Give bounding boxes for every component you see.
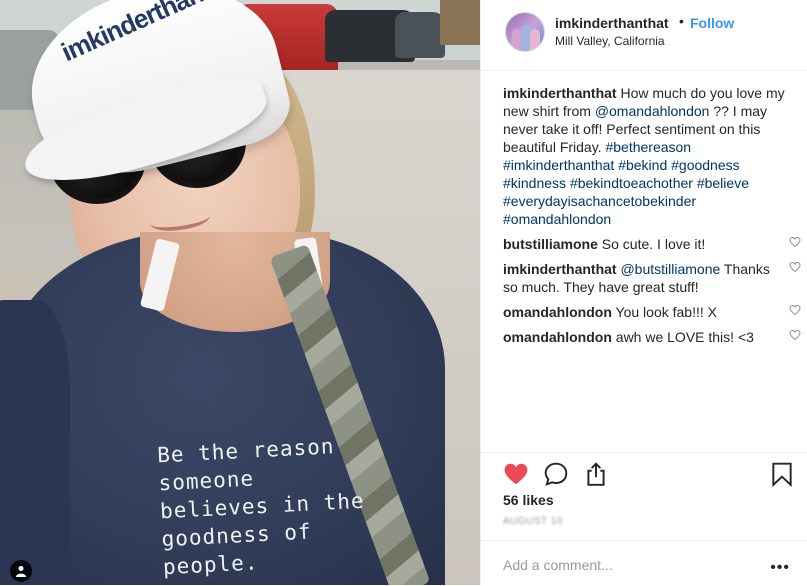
follow-button[interactable]: Follow <box>690 15 734 31</box>
comment-like-heart-icon[interactable] <box>789 304 801 316</box>
hashtag-link[interactable]: #bethereason <box>605 139 691 155</box>
comment-username[interactable]: butstilliamone <box>503 236 598 252</box>
comment-item: butstilliamone So cute. I love it! <box>503 235 801 253</box>
comment-item: omandahlondon awh we LOVE this! <3 <box>503 328 801 346</box>
avatar-figure <box>530 29 540 51</box>
post-header: imkinderthanthat • Follow Mill Valley, C… <box>481 0 807 71</box>
post-photo[interactable]: imkinderthanthat Be the reason someone b… <box>0 0 480 585</box>
hashtag-link[interactable]: #omandahlondon <box>503 211 611 227</box>
comment-bubble-icon[interactable] <box>543 461 569 487</box>
header-username-link[interactable]: imkinderthanthat <box>555 15 669 31</box>
avatar[interactable] <box>505 12 545 52</box>
add-comment-bar: Add a comment... ••• <box>481 540 807 586</box>
more-options-button[interactable]: ••• <box>770 559 790 577</box>
hashtag-link[interactable]: #bekindtoeachother <box>570 175 693 191</box>
tagged-user-button[interactable] <box>10 560 32 582</box>
arm-sleeve <box>0 300 70 585</box>
comment-like-heart-icon[interactable] <box>789 261 801 273</box>
hashtag-link[interactable]: @omandahlondon <box>595 103 710 119</box>
comment-text: You look fab!!! X <box>611 304 717 320</box>
comment-username[interactable]: omandahlondon <box>503 329 612 345</box>
bookmark-icon[interactable] <box>769 461 795 487</box>
hashtag-link[interactable]: #everydayisachancetobekinder <box>503 193 696 209</box>
comment-text: So cute. I love it! <box>597 236 706 252</box>
hashtag-link[interactable]: #imkinderthanthat <box>503 157 614 173</box>
person-icon <box>16 566 26 577</box>
heart-filled-icon[interactable] <box>503 461 529 487</box>
comment-rows: butstilliamone So cute. I love it! imkind… <box>503 235 801 346</box>
caption: imkinderthanthat How much do you love my… <box>503 84 793 228</box>
comment-item: omandahlondon You look fab!!! X <box>503 303 801 321</box>
shirt-print-text: Be the reason someone believes in the go… <box>156 434 366 580</box>
storefront <box>440 0 480 45</box>
hashtag-link[interactable]: #believe <box>697 175 749 191</box>
caption-username[interactable]: imkinderthanthat <box>503 85 617 101</box>
separator-dot: • <box>679 13 684 29</box>
post-side-panel: imkinderthanthat • Follow Mill Valley, C… <box>480 0 807 585</box>
comment-like-heart-icon[interactable] <box>789 236 801 248</box>
comment-like-heart-icon[interactable] <box>789 329 801 341</box>
post-date: AUGUST 10 <box>503 516 563 527</box>
comment-item: imkinderthanthat @butstilliamone Thanks … <box>503 260 801 296</box>
likes-count[interactable]: 56 likes <box>503 492 554 508</box>
car-grey-suv <box>395 12 445 58</box>
comment-username[interactable]: imkinderthanthat <box>503 261 617 277</box>
hashtag-link[interactable]: #bekind <box>618 157 667 173</box>
share-icon[interactable] <box>583 461 609 487</box>
location-link[interactable]: Mill Valley, California <box>555 34 665 48</box>
comments-list: imkinderthanthat How much do you love my… <box>503 84 801 346</box>
hashtag-link[interactable]: #kindness <box>503 175 566 191</box>
action-bar <box>481 452 807 497</box>
hashtag-link[interactable]: #goodness <box>671 157 740 173</box>
comment-username[interactable]: omandahlondon <box>503 304 612 320</box>
cap-logo-text: imkinderthanthat <box>56 0 248 68</box>
add-comment-input[interactable]: Add a comment... <box>503 557 613 573</box>
mention-link[interactable]: @butstilliamone <box>617 261 720 277</box>
comment-text: awh we LOVE this! <3 <box>611 329 754 345</box>
